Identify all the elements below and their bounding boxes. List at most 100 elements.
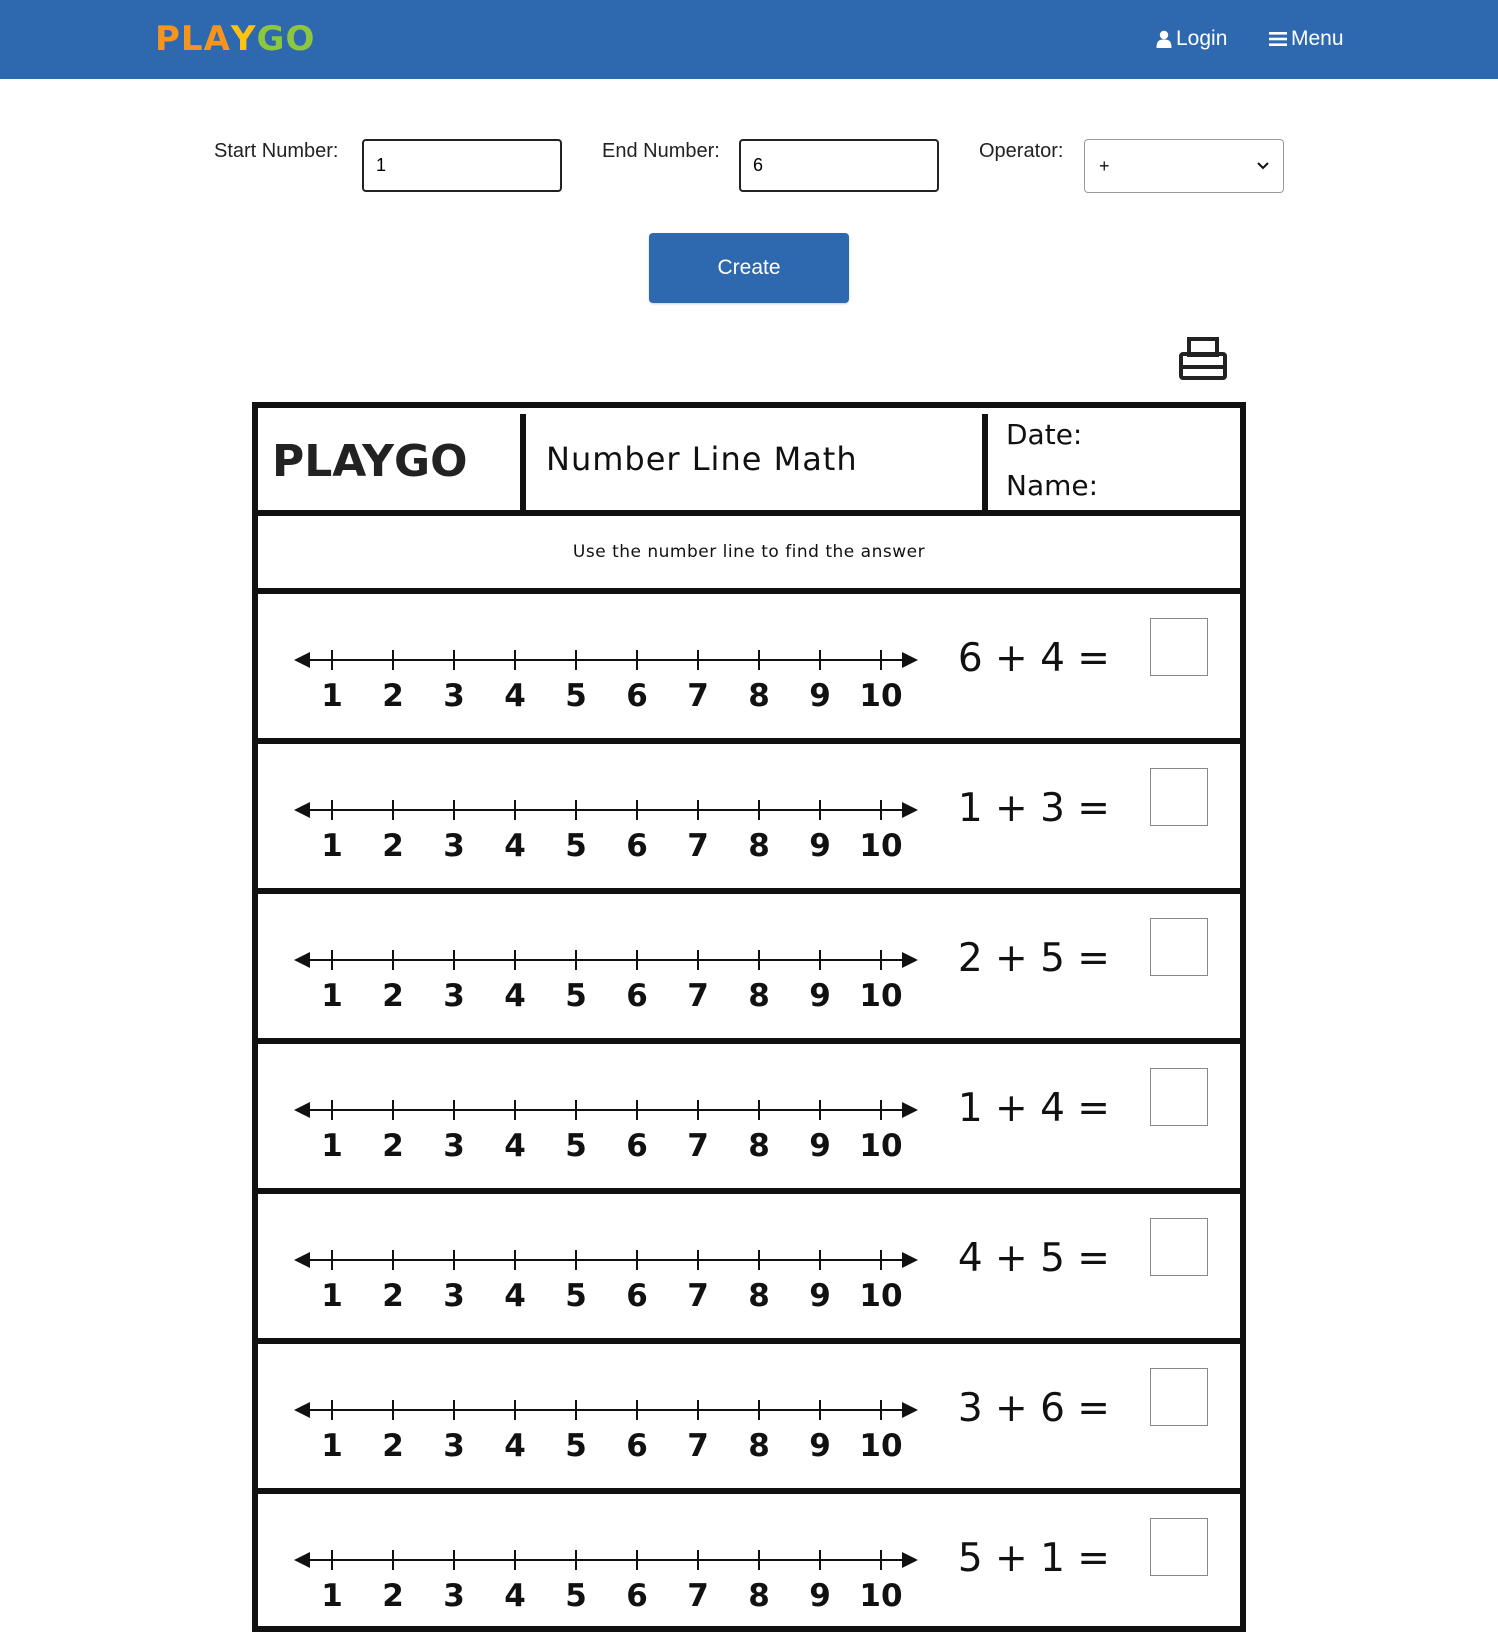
login-link[interactable]: Login xyxy=(1156,24,1227,54)
hamburger-icon xyxy=(1269,32,1287,46)
number-line: 1 2 3 4 5 6 7 8 9 10 xyxy=(294,1250,918,1314)
number-line-label: 4 xyxy=(504,1428,526,1464)
logo-letter: A xyxy=(203,19,231,59)
number-line-label: 8 xyxy=(748,978,770,1014)
number-line-label: 6 xyxy=(626,978,648,1014)
header-divider xyxy=(982,414,988,510)
logo-letter: P xyxy=(155,19,181,59)
number-line-label: 7 xyxy=(687,1428,709,1464)
number-line-label: 3 xyxy=(443,1578,465,1614)
number-line-label: 1 xyxy=(321,1278,343,1314)
number-line-label: 5 xyxy=(565,828,587,864)
number-line-label: 6 xyxy=(626,1578,648,1614)
left-arrowhead xyxy=(294,802,310,818)
number-line-label: 1 xyxy=(321,828,343,864)
number-line-label: 2 xyxy=(382,1128,404,1164)
number-line-label: 10 xyxy=(859,1278,902,1314)
operator-selected-value: + xyxy=(1099,155,1110,176)
name-label: Name: xyxy=(1006,469,1099,502)
number-line: 1 2 3 4 5 6 7 8 9 10 xyxy=(294,1400,918,1464)
number-line-label: 4 xyxy=(504,678,526,714)
problem-row: 1 2 3 4 5 6 7 8 9 10 2 + 5 = xyxy=(258,894,1240,1044)
answer-box[interactable] xyxy=(1150,1068,1208,1126)
number-line-label: 5 xyxy=(565,1128,587,1164)
number-line-label: 4 xyxy=(504,828,526,864)
logo-letter: O xyxy=(285,19,316,59)
left-arrowhead xyxy=(294,1402,310,1418)
number-line-label: 7 xyxy=(687,678,709,714)
number-line-label: 10 xyxy=(859,678,902,714)
number-line-label: 10 xyxy=(859,978,902,1014)
number-line-label: 9 xyxy=(809,828,831,864)
problem-row: 1 2 3 4 5 6 7 8 9 10 3 + 6 = xyxy=(258,1344,1240,1494)
number-line-label: 6 xyxy=(626,1278,648,1314)
number-line-label: 5 xyxy=(565,1428,587,1464)
answer-box[interactable] xyxy=(1150,1368,1208,1426)
number-line-label: 1 xyxy=(321,1128,343,1164)
number-line-label: 5 xyxy=(565,1278,587,1314)
answer-box[interactable] xyxy=(1150,618,1208,676)
menu-button[interactable]: Menu xyxy=(1269,24,1344,54)
number-line-label: 4 xyxy=(504,1578,526,1614)
answer-box[interactable] xyxy=(1150,1518,1208,1576)
number-line: 1 2 3 4 5 6 7 8 9 10 xyxy=(294,1550,918,1614)
top-navigation-bar: PLAYGO Login Menu xyxy=(0,0,1498,79)
end-number-input[interactable] xyxy=(739,139,939,192)
number-line-label: 5 xyxy=(565,978,587,1014)
worksheet: PLAYGO Number Line Math Date: Name: Use … xyxy=(252,402,1246,1632)
number-line-label: 8 xyxy=(748,1578,770,1614)
number-line-label: 1 xyxy=(321,678,343,714)
number-line-label: 2 xyxy=(382,1428,404,1464)
equation: 1 + 3 = xyxy=(957,786,1110,831)
number-line-label: 1 xyxy=(321,1428,343,1464)
problem-row: 1 2 3 4 5 6 7 8 9 10 6 + 4 = xyxy=(258,594,1240,744)
problem-row: 1 2 3 4 5 6 7 8 9 10 1 + 3 = xyxy=(258,744,1240,894)
number-line-label: 6 xyxy=(626,1128,648,1164)
number-line-label: 1 xyxy=(321,1578,343,1614)
header-divider xyxy=(520,414,526,510)
equation: 6 + 4 = xyxy=(957,636,1110,681)
number-line-label: 4 xyxy=(504,978,526,1014)
number-line: 1 2 3 4 5 6 7 8 9 10 xyxy=(294,650,918,714)
number-line-label: 3 xyxy=(443,1428,465,1464)
operator-select[interactable]: + xyxy=(1084,139,1284,193)
logo-letter: G xyxy=(256,19,286,59)
right-arrowhead xyxy=(902,1402,918,1418)
number-line-label: 2 xyxy=(382,678,404,714)
equation: 2 + 5 = xyxy=(957,936,1110,981)
left-arrowhead xyxy=(294,1102,310,1118)
equation: 4 + 5 = xyxy=(957,1236,1110,1281)
logo-letter: L xyxy=(180,19,204,59)
right-arrowhead xyxy=(902,1102,918,1118)
right-arrowhead xyxy=(902,1252,918,1268)
start-number-input[interactable] xyxy=(362,139,562,192)
number-line-label: 5 xyxy=(565,1578,587,1614)
menu-label: Menu xyxy=(1291,27,1344,50)
problem-row: 1 2 3 4 5 6 7 8 9 10 5 + 1 = xyxy=(258,1494,1240,1644)
number-line-label: 3 xyxy=(443,828,465,864)
start-number-label: Start Number: xyxy=(214,140,339,162)
number-line-label: 9 xyxy=(809,1428,831,1464)
create-button[interactable]: Create xyxy=(649,233,849,303)
number-line-label: 10 xyxy=(859,1578,902,1614)
number-line-label: 2 xyxy=(382,1278,404,1314)
equation: 1 + 4 = xyxy=(957,1086,1110,1131)
printer-icon[interactable] xyxy=(1178,336,1228,382)
site-logo[interactable]: PLAYGO xyxy=(155,18,315,60)
number-line-label: 9 xyxy=(809,1128,831,1164)
number-line-label: 2 xyxy=(382,828,404,864)
number-line-label: 7 xyxy=(687,828,709,864)
answer-box[interactable] xyxy=(1150,768,1208,826)
number-line-label: 7 xyxy=(687,1128,709,1164)
left-arrowhead xyxy=(294,952,310,968)
answer-box[interactable] xyxy=(1150,1218,1208,1276)
left-arrowhead xyxy=(294,1552,310,1568)
answer-box[interactable] xyxy=(1150,918,1208,976)
number-line-label: 8 xyxy=(748,828,770,864)
number-line-label: 4 xyxy=(504,1278,526,1314)
right-arrowhead xyxy=(902,802,918,818)
number-line-label: 1 xyxy=(321,978,343,1014)
number-line-label: 3 xyxy=(443,1278,465,1314)
chevron-down-icon xyxy=(1257,162,1269,170)
number-line-label: 6 xyxy=(626,678,648,714)
